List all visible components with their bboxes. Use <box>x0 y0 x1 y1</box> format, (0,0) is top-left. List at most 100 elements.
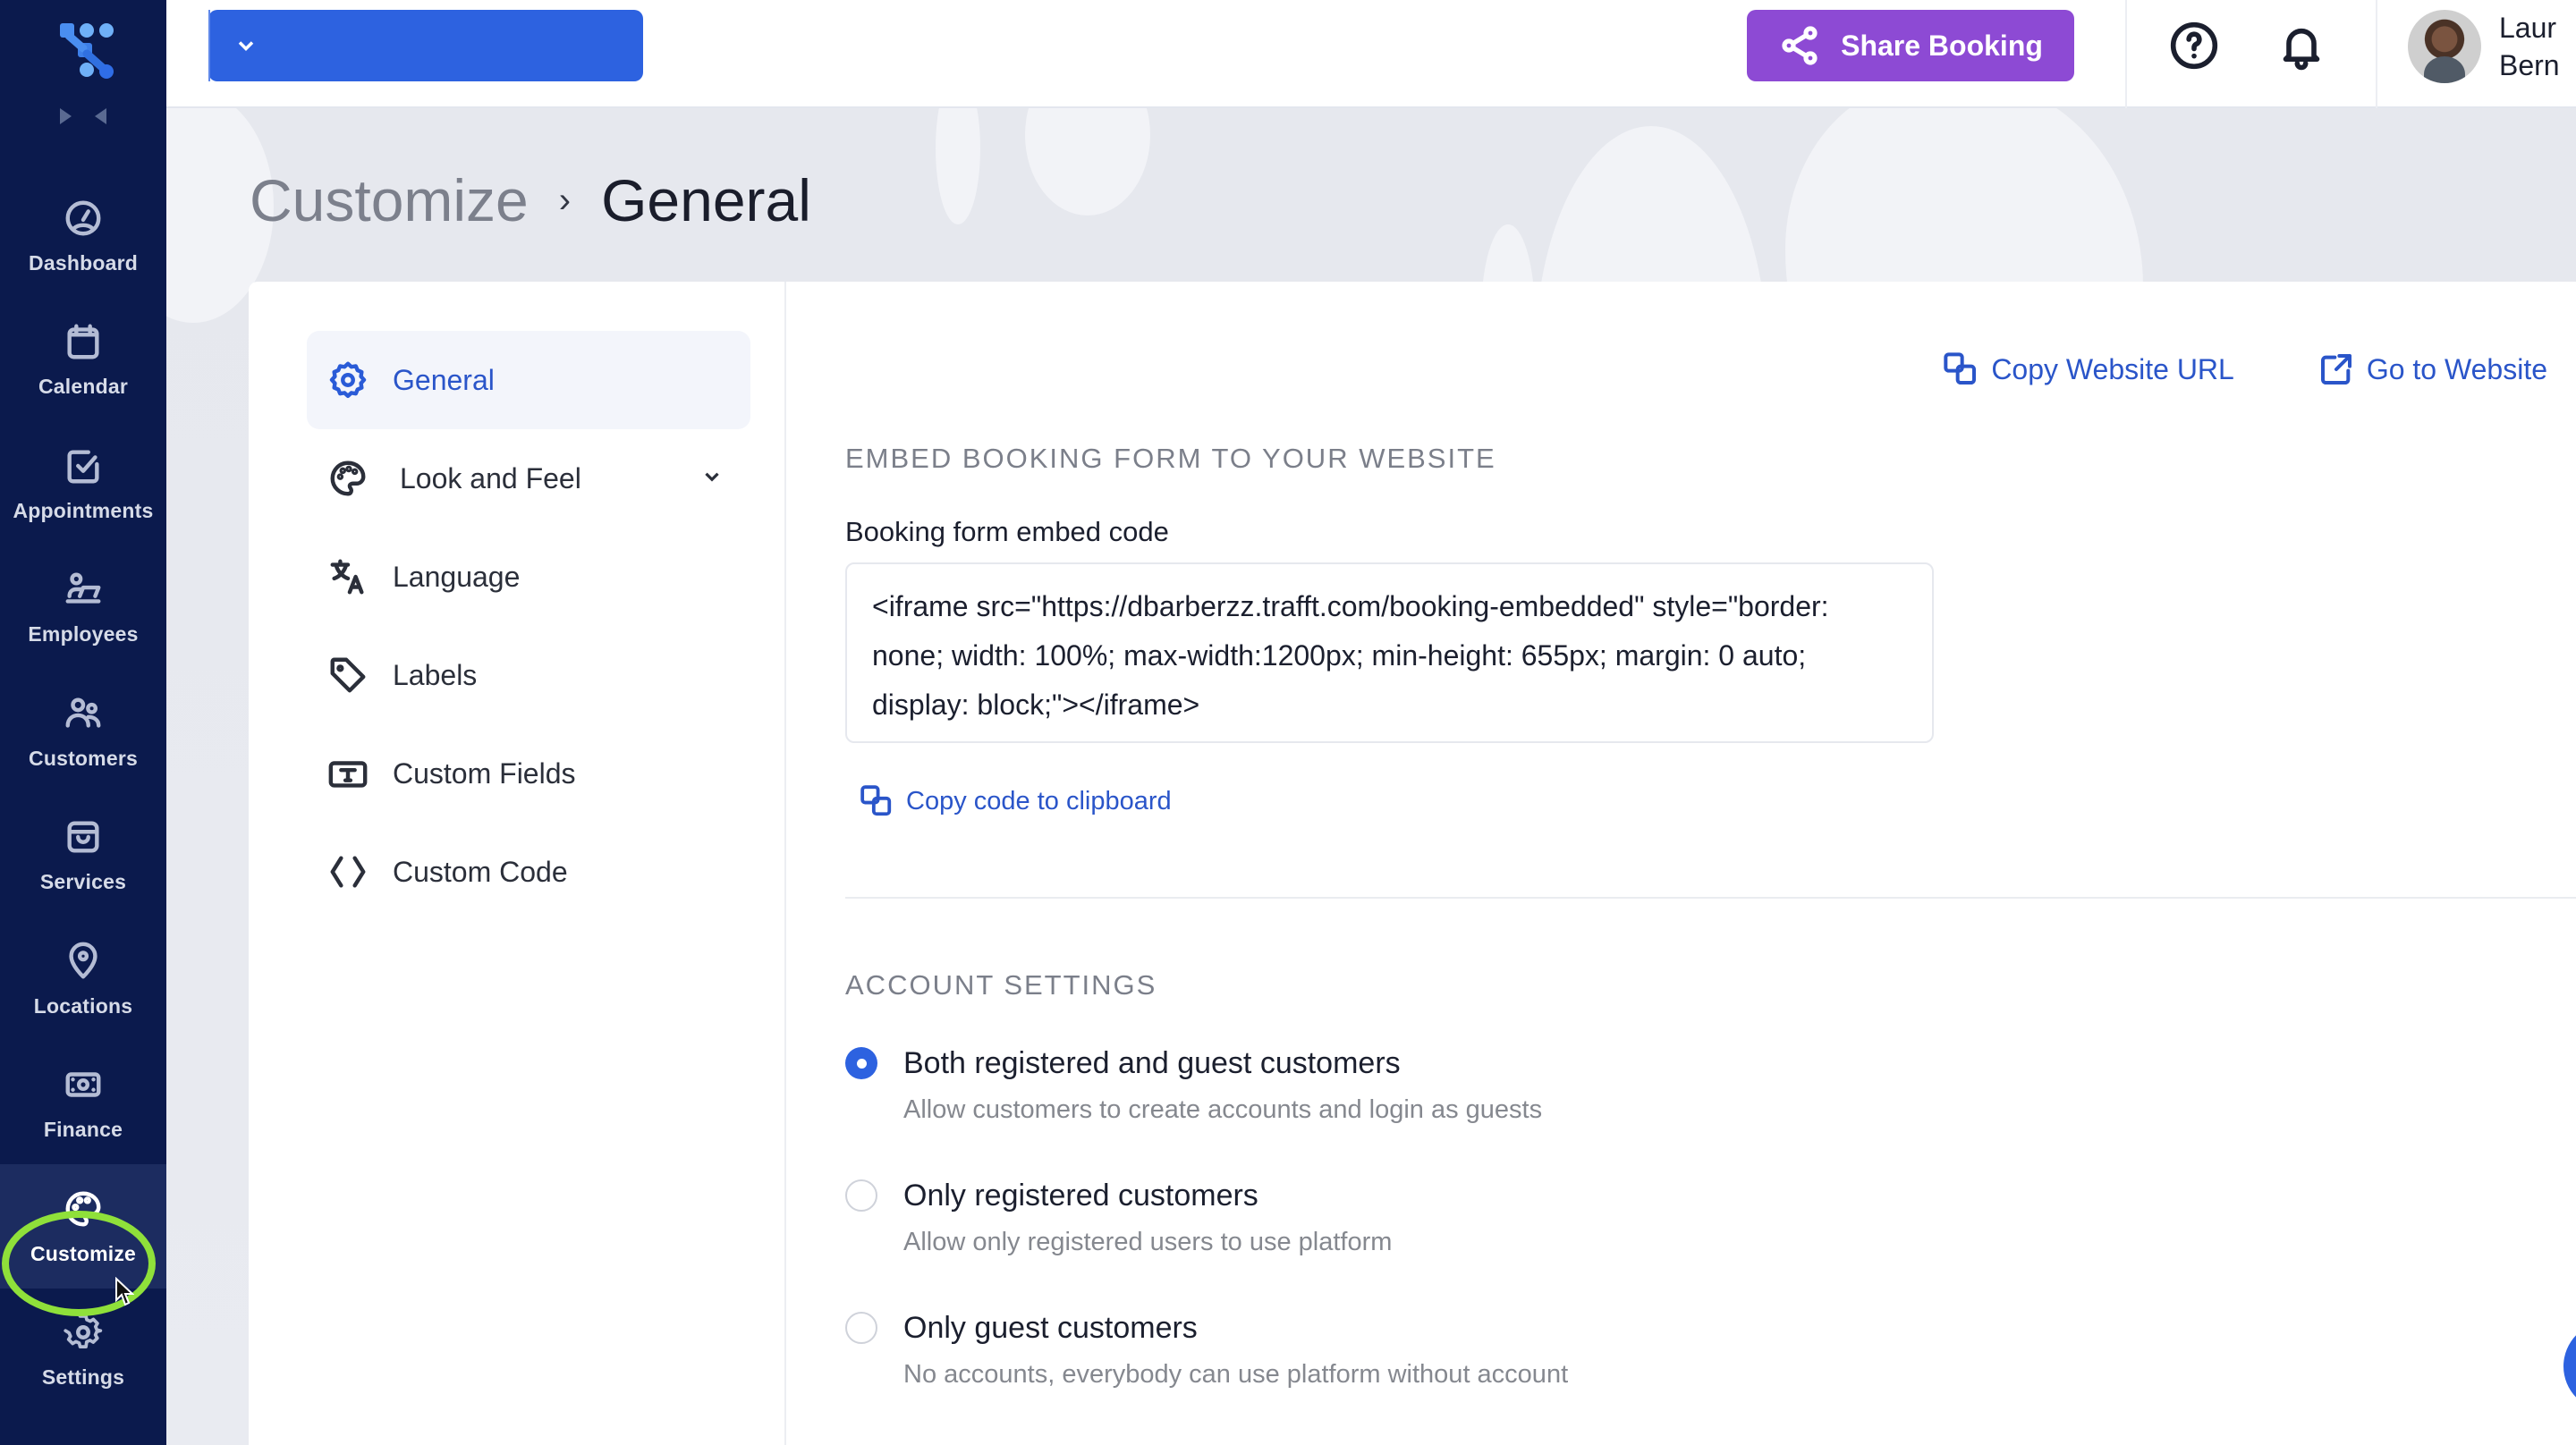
notifications-button[interactable] <box>2272 16 2331 75</box>
avatar <box>2408 10 2481 83</box>
sidebar-item-calendar[interactable]: Calendar <box>0 298 166 422</box>
copy-icon <box>1944 352 1977 384</box>
submenu-item-label: Look and Feel <box>400 461 581 494</box>
copy-code-label: Copy code to clipboard <box>906 786 1172 815</box>
top-bar: Booking website Share Booking Laur Bern <box>166 0 2576 108</box>
radio-button-checked[interactable] <box>845 1047 877 1079</box>
external-link-icon <box>2320 354 2351 384</box>
breadcrumb-parent[interactable]: Customize <box>250 166 529 234</box>
sidebar-item-label: Customers <box>29 746 138 770</box>
sidebar-item-services[interactable]: Services <box>0 793 166 917</box>
radio-title: Both registered and guest customers <box>903 1046 1401 1080</box>
logo-icon <box>60 23 114 79</box>
sidebar-nav: Dashboard Calendar Appointments Employee… <box>0 173 166 1412</box>
sidebar-item-label: Employees <box>28 622 139 646</box>
location-pin-icon <box>61 939 106 984</box>
calendar-icon <box>61 319 106 364</box>
embed-code-textarea[interactable]: <iframe src="https://dbarberzz.trafft.co… <box>845 562 1934 743</box>
sidebar-item-label: Services <box>39 870 127 894</box>
expand-arrow-icon <box>60 108 72 124</box>
breadcrumb: Customize › General <box>250 166 811 234</box>
settings-card: General Look and Feel Language Labels Cu… <box>249 282 2576 1445</box>
booking-website-dropdown-toggle[interactable] <box>208 10 282 81</box>
sidebar: Dashboard Calendar Appointments Employee… <box>0 0 166 1445</box>
sidebar-item-label: Customize <box>30 1241 137 1265</box>
trafft-logo[interactable] <box>47 13 119 84</box>
customize-submenu: General Look and Feel Language Labels Cu… <box>249 282 786 1445</box>
palette-icon <box>326 457 369 500</box>
sidebar-item-label: Appointments <box>13 498 154 522</box>
submenu-item-label: General <box>393 363 495 396</box>
sidebar-item-employees[interactable]: Employees <box>0 545 166 670</box>
radio-button[interactable] <box>845 1312 877 1344</box>
sidebar-item-label: Finance <box>43 1118 123 1142</box>
submenu-item-custom-fields[interactable]: Custom Fields <box>307 724 750 823</box>
gear-icon <box>326 359 369 401</box>
dashboard-gauge-icon <box>61 196 106 241</box>
sidebar-item-label: Locations <box>33 993 133 1018</box>
booking-website-split-button: Booking website <box>208 10 961 81</box>
general-settings-panel: Copy Website URL Go to Website EMBED BOO… <box>845 282 2576 1445</box>
radio-description: Allow customers to create accounts and l… <box>903 1095 1543 1124</box>
copy-icon <box>860 785 892 816</box>
copy-website-url-label: Copy Website URL <box>1991 352 2234 385</box>
account-option-guest[interactable]: Only guest customers No accounts, everyb… <box>845 1308 1568 1392</box>
sidebar-item-label: Dashboard <box>29 250 138 275</box>
booking-website-button[interactable]: Booking website <box>805 10 961 81</box>
settings-gear-icon <box>61 1310 106 1355</box>
copy-website-url-link[interactable]: Copy Website URL <box>1943 351 2234 387</box>
finance-money-icon <box>61 1062 106 1107</box>
decorative-blob <box>936 108 980 224</box>
go-to-website-label: Go to Website <box>2366 352 2547 385</box>
user-last-name: Bern <box>2499 49 2560 81</box>
website-actions: Copy Website URL Go to Website <box>1943 351 2547 387</box>
copy-code-button[interactable]: Copy code to clipboard <box>860 784 1172 818</box>
sidebar-item-customers[interactable]: Customers <box>0 669 166 793</box>
section-divider <box>845 897 2576 899</box>
radio-title: Only registered customers <box>903 1179 1258 1213</box>
chevron-down-icon <box>700 465 724 488</box>
sidebar-item-dashboard[interactable]: Dashboard <box>0 173 166 298</box>
go-to-website-link[interactable]: Go to Website <box>2318 351 2547 387</box>
bell-icon <box>2283 28 2320 71</box>
share-booking-button[interactable]: Share Booking <box>1747 10 2074 81</box>
sidebar-item-appointments[interactable]: Appointments <box>0 421 166 545</box>
sidebar-collapse-toggle[interactable] <box>60 106 106 127</box>
submenu-item-custom-code[interactable]: Custom Code <box>307 823 750 921</box>
submenu-item-labels[interactable]: Labels <box>307 626 750 724</box>
account-option-registered[interactable]: Only registered customers Allow only reg… <box>845 1176 1392 1260</box>
help-question-icon <box>2170 21 2218 70</box>
sidebar-item-label: Calendar <box>38 375 129 399</box>
share-booking-label: Share Booking <box>1841 29 2043 62</box>
appointments-check-icon <box>61 444 106 488</box>
share-icon <box>1782 26 1818 65</box>
customers-icon <box>61 691 106 736</box>
booking-website-label: Booking website <box>857 13 961 78</box>
palette-icon <box>61 1187 106 1231</box>
radio-description: Allow only registered users to use platf… <box>903 1228 1393 1256</box>
sidebar-item-customize[interactable]: Customize <box>0 1164 166 1289</box>
submenu-item-look-and-feel[interactable]: Look and Feel <box>307 429 750 528</box>
sidebar-item-locations[interactable]: Locations <box>0 917 166 1041</box>
submenu-item-general[interactable]: General <box>307 331 750 429</box>
radio-button[interactable] <box>845 1179 877 1212</box>
user-menu[interactable]: Laur Bern <box>2408 9 2560 84</box>
submenu-item-label: Labels <box>393 658 478 691</box>
user-name: Laur Bern <box>2499 9 2560 84</box>
embed-code-label: Booking form embed code <box>845 516 1169 547</box>
page-title: General <box>601 167 811 233</box>
translate-icon <box>326 555 369 598</box>
sidebar-item-settings[interactable]: Settings <box>0 1289 166 1413</box>
submenu-item-label: Custom Fields <box>393 756 576 790</box>
code-brackets-icon <box>326 850 369 893</box>
account-option-both[interactable]: Both registered and guest customers Allo… <box>845 1044 1542 1128</box>
sidebar-item-finance[interactable]: Finance <box>0 1041 166 1165</box>
topbar-divider <box>2376 0 2377 108</box>
chevron-down-icon <box>238 41 254 51</box>
embed-section-title: EMBED BOOKING FORM TO YOUR WEBSITE <box>845 443 1496 474</box>
topbar-divider <box>2125 0 2127 108</box>
submenu-item-language[interactable]: Language <box>307 528 750 626</box>
radio-title: Only guest customers <box>903 1311 1198 1345</box>
help-button[interactable] <box>2165 16 2224 75</box>
account-settings-title: ACCOUNT SETTINGS <box>845 969 1157 1001</box>
